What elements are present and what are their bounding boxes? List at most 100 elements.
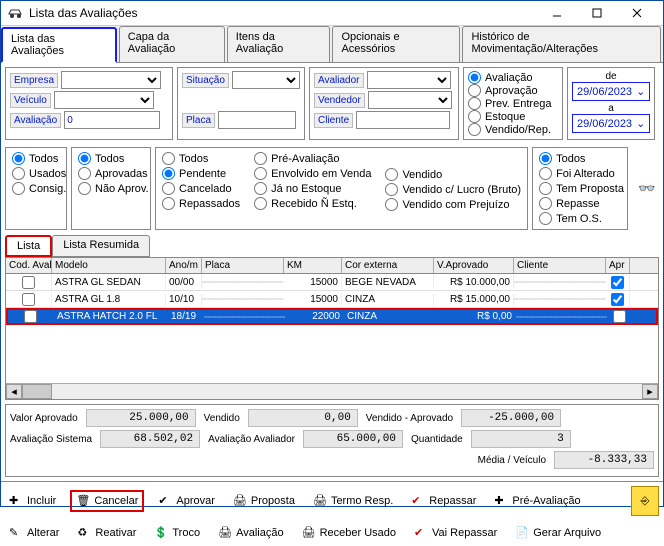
radio-status-envvenda[interactable]: Envolvido em Venda [254, 167, 371, 180]
subtab-resumida[interactable]: Lista Resumida [52, 235, 150, 257]
radio-aprov-todos[interactable]: Todos [78, 152, 144, 165]
input-cliente[interactable] [356, 111, 450, 129]
combo-empresa[interactable] [61, 71, 161, 89]
row-approved-checkbox[interactable] [611, 276, 624, 289]
input-placa[interactable] [218, 111, 296, 129]
close-button[interactable] [617, 1, 657, 25]
btn-preavaliacao[interactable]: ✚Pré-Avaliação [490, 492, 584, 510]
radio-status-todos[interactable]: Todos [162, 152, 240, 165]
row-checkbox[interactable] [22, 293, 35, 306]
col-aprovado[interactable]: Apr [606, 258, 630, 273]
btn-troco[interactable]: 💲Troco [150, 524, 204, 542]
table-row[interactable]: ASTRA GL SEDAN 00/00 15000 BEGE NEVADA R… [6, 274, 658, 291]
btn-termo[interactable]: 🖨Termo Resp. [309, 492, 397, 510]
radio-status-pendente[interactable]: Pendente [162, 167, 240, 180]
cell-placa [202, 298, 284, 300]
btn-avaliacao[interactable]: 🖨Avaliação [214, 524, 288, 542]
radio-date-vendidorep[interactable]: Vendido/Rep. [468, 123, 558, 136]
radio-status-recnestq[interactable]: Recebido Ñ Estq. [254, 197, 371, 210]
btn-reativar[interactable]: ♻Reativar [73, 524, 140, 542]
radio-date-aprovacao[interactable]: Aprovação [468, 84, 558, 97]
btn-gerar-arquivo[interactable]: 📄Gerar Arquivo [511, 524, 605, 542]
label-av-sistema: Avaliação Sistema [10, 434, 92, 445]
tab-opcionais[interactable]: Opcionais e Acessórios [332, 26, 460, 62]
radio-aprov-naoaprov[interactable]: Não Aprov. [78, 182, 144, 195]
radio-ext-todos[interactable]: Todos [539, 152, 621, 165]
radio-status-vendprej[interactable]: Vendido com Prejuízo [385, 198, 521, 211]
col-cliente[interactable]: Cliente [514, 258, 606, 273]
value-media: -8.333,33 [554, 451, 654, 469]
btn-receber-usado[interactable]: 🖨Receber Usado [298, 524, 400, 542]
col-ano[interactable]: Ano/m [166, 258, 202, 273]
reactivate-icon: ♻ [77, 526, 91, 540]
combo-situacao[interactable] [232, 71, 300, 89]
scroll-left-button[interactable]: ◂ [6, 384, 22, 399]
col-vaprovado[interactable]: V.Aprovado [434, 258, 514, 273]
radio-aprov-aprovadas[interactable]: Aprovadas [78, 167, 144, 180]
horizontal-scrollbar[interactable]: ◂ ▸ [6, 383, 658, 399]
file-icon: 📄 [515, 526, 529, 540]
radio-tipo-consig[interactable]: Consig. [12, 182, 60, 195]
tab-lista-avaliacoes[interactable]: Lista das Avaliações [1, 27, 117, 63]
value-valor-aprovado: 25.000,00 [86, 409, 196, 427]
radio-status-repassados[interactable]: Repassados [162, 197, 240, 210]
input-avaliacao[interactable] [64, 111, 160, 129]
radio-ext-temprop[interactable]: Tem Proposta [539, 182, 621, 195]
tab-capa[interactable]: Capa da Avaliação [119, 26, 225, 62]
radio-tipo-usados[interactable]: Usados [12, 167, 60, 180]
radio-tipo-todos[interactable]: Todos [12, 152, 60, 165]
btn-alterar[interactable]: ✎Alterar [5, 524, 63, 542]
radio-date-avaliacao[interactable]: Avaliação [468, 71, 558, 84]
scroll-right-button[interactable]: ▸ [642, 384, 658, 399]
combo-veiculo[interactable] [54, 91, 154, 109]
label-avaliacao: Avaliação [10, 113, 61, 128]
printer-icon: 🖨 [313, 494, 327, 508]
radio-status-jaestoque[interactable]: Já no Estoque [254, 182, 371, 195]
table-row-selected[interactable]: ASTRA HATCH 2.0 FL 18/19 22000 CINZA R$ … [6, 308, 658, 325]
col-placa[interactable]: Placa [202, 258, 284, 273]
col-cod[interactable]: Cod. Aval [6, 258, 52, 273]
btn-repassar[interactable]: ✔Repassar [407, 492, 480, 510]
btn-incluir[interactable]: ✚Incluir [5, 492, 60, 510]
radio-ext-foialt[interactable]: Foi Alterado [539, 167, 621, 180]
radio-ext-temos[interactable]: Tem O.S. [539, 212, 621, 225]
label-media: Média / Veículo [478, 455, 546, 466]
subtab-lista[interactable]: Lista [5, 235, 52, 257]
radio-ext-repasse[interactable]: Repasse [539, 197, 621, 210]
minimize-button[interactable] [537, 1, 577, 25]
table-row[interactable]: ASTRA GL 1.8 10/10 15000 CINZA R$ 15.000… [6, 291, 658, 308]
grid-header: Cod. Aval Modelo Ano/m Placa KM Cor exte… [6, 258, 658, 274]
combo-avaliador[interactable] [367, 71, 451, 89]
radio-status-preav[interactable]: Pré-Avaliação [254, 152, 371, 165]
search-button[interactable]: 👓 [632, 147, 661, 230]
btn-proposta[interactable]: 🖨Proposta [229, 492, 299, 510]
col-cor[interactable]: Cor externa [342, 258, 434, 273]
date-to[interactable]: 29/06/2023⌄ [572, 114, 650, 133]
totals-panel: Valor Aprovado 25.000,00 Vendido 0,00 Ve… [5, 404, 659, 477]
tab-historico[interactable]: Histórico de Movimentação/Alterações [462, 26, 661, 62]
maximize-button[interactable] [577, 1, 617, 25]
radio-status-cancelado[interactable]: Cancelado [162, 182, 240, 195]
col-km[interactable]: KM [284, 258, 342, 273]
radio-date-estoque[interactable]: Estoque [468, 110, 558, 123]
btn-exit[interactable]: ⎆ [631, 486, 659, 516]
row-approved-checkbox[interactable] [613, 310, 626, 323]
col-modelo[interactable]: Modelo [52, 258, 166, 273]
approve-icon: ✔ [158, 494, 172, 508]
window-title: Lista das Avaliações [29, 6, 537, 20]
btn-aprovar[interactable]: ✔Aprovar [154, 492, 219, 510]
radio-date-preventrega[interactable]: Prev. Entrega [468, 97, 558, 110]
trash-icon: 🗑 [76, 494, 90, 508]
tab-itens[interactable]: Itens da Avaliação [227, 26, 331, 62]
btn-vai-repassar[interactable]: ✔Vai Repassar [410, 524, 501, 542]
date-from[interactable]: 29/06/2023⌄ [572, 82, 650, 101]
radio-status-vendido[interactable]: Vendido [385, 168, 521, 181]
money-icon: 💲 [154, 526, 168, 540]
row-approved-checkbox[interactable] [611, 293, 624, 306]
scroll-thumb[interactable] [22, 384, 52, 399]
radio-status-vendlucro[interactable]: Vendido c/ Lucro (Bruto) [385, 183, 521, 196]
btn-cancelar[interactable]: 🗑Cancelar [70, 490, 144, 512]
combo-vendedor[interactable] [368, 91, 452, 109]
row-checkbox[interactable] [24, 310, 37, 323]
row-checkbox[interactable] [22, 276, 35, 289]
